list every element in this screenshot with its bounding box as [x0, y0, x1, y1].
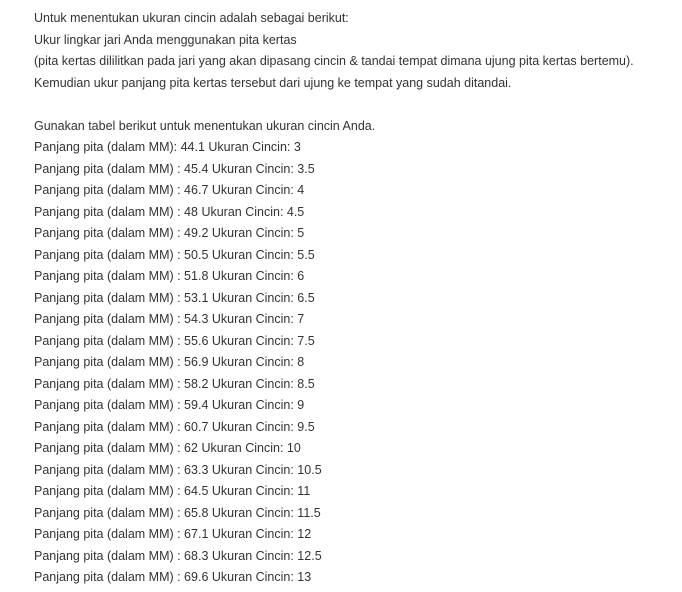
- ring-size-guide: Untuk menentukan ukuran cincin adalah se…: [34, 8, 664, 589]
- size-row: Panjang pita (dalam MM) : 55.6 Ukuran Ci…: [34, 333, 315, 348]
- size-row: Panjang pita (dalam MM) : 68.3 Ukuran Ci…: [34, 548, 322, 563]
- intro-step-measure: Ukur lingkar jari Anda menggunakan pita …: [34, 32, 297, 47]
- size-row: Panjang pita (dalam MM) : 62 Ukuran Cinc…: [34, 441, 301, 455]
- size-row: Panjang pita (dalam MM) : 56.9 Ukuran Ci…: [34, 355, 305, 369]
- size-row: Panjang pita (dalam MM) : 69.6 Ukuran Ci…: [34, 570, 312, 584]
- size-row: Panjang pita (dalam MM) : 54.3 Ukuran Ci…: [34, 312, 305, 326]
- table-intro: Gunakan tabel berikut untuk menentukan u…: [34, 118, 376, 133]
- size-row: Panjang pita (dalam MM) : 49.2 Ukuran Ci…: [34, 226, 305, 240]
- size-row: Panjang pita (dalam MM) : 65.8 Ukuran Ci…: [34, 505, 321, 520]
- size-row: Panjang pita (dalam MM) : 64.5 Ukuran Ci…: [34, 484, 311, 498]
- size-row: Panjang pita (dalam MM) : 58.2 Ukuran Ci…: [34, 376, 315, 391]
- size-row: Panjang pita (dalam MM) : 50.5 Ukuran Ci…: [34, 247, 315, 262]
- intro-step-wrap: (pita kertas dililitkan pada jari yang a…: [34, 54, 634, 68]
- size-row: Panjang pita (dalam MM) : 60.7 Ukuran Ci…: [34, 419, 315, 434]
- size-row: Panjang pita (dalam MM) : 51.8 Ukuran Ci…: [34, 269, 305, 283]
- size-row: Panjang pita (dalam MM) : 45.4 Ukuran Ci…: [34, 161, 315, 176]
- size-row: Panjang pita (dalam MM) : 59.4 Ukuran Ci…: [34, 398, 305, 412]
- size-list: Panjang pita (dalam MM): 44.1 Ukuran Cin…: [34, 137, 664, 589]
- intro-step-length: Kemudian ukur panjang pita kertas terseb…: [34, 75, 512, 90]
- size-row: Panjang pita (dalam MM) : 48 Ukuran Cinc…: [34, 204, 305, 219]
- size-row: Panjang pita (dalam MM) : 67.1 Ukuran Ci…: [34, 527, 312, 541]
- size-row: Panjang pita (dalam MM) : 46.7 Ukuran Ci…: [34, 183, 305, 197]
- size-row: Panjang pita (dalam MM): 44.1 Ukuran Cin…: [34, 140, 301, 154]
- intro-heading: Untuk menentukan ukuran cincin adalah se…: [34, 11, 349, 25]
- size-row: Panjang pita (dalam MM) : 63.3 Ukuran Ci…: [34, 462, 322, 477]
- size-row: Panjang pita (dalam MM) : 53.1 Ukuran Ci…: [34, 290, 315, 305]
